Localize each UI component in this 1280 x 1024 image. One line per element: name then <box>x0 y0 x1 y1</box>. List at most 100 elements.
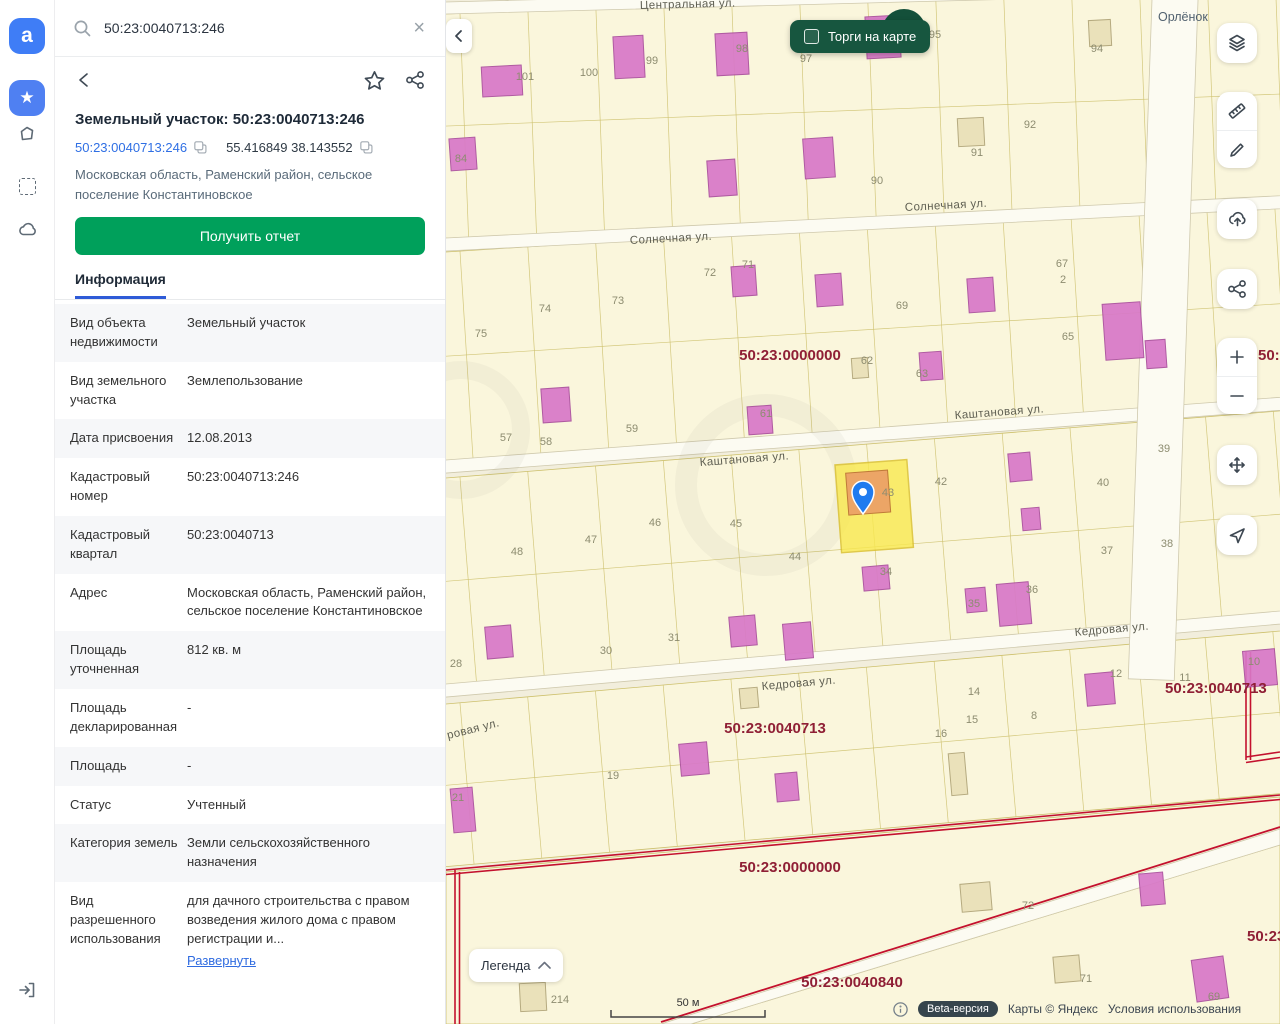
collapse-panel-button[interactable] <box>446 19 472 53</box>
info-icon[interactable] <box>893 1002 908 1017</box>
info-row-label: Адрес <box>55 584 187 622</box>
svg-text:14: 14 <box>968 686 980 698</box>
expand-link[interactable]: Развернуть <box>187 952 256 971</box>
tabs-bar: Информация <box>55 271 445 300</box>
legend-button[interactable]: Легенда <box>469 949 563 982</box>
info-row-value: Учтенный <box>187 796 445 815</box>
svg-text:16: 16 <box>935 728 947 740</box>
svg-text:97: 97 <box>800 53 812 65</box>
app-logo[interactable]: a <box>9 18 45 54</box>
copy-icon[interactable] <box>359 140 374 155</box>
get-report-button[interactable]: Получить отчет <box>75 217 425 255</box>
svg-text:99: 99 <box>646 55 658 67</box>
info-row-value: 12.08.2013 <box>187 429 445 448</box>
upload-button[interactable] <box>1217 199 1257 239</box>
svg-text:71: 71 <box>742 259 754 271</box>
svg-text:39: 39 <box>1158 443 1170 455</box>
locate-button[interactable] <box>1217 515 1257 555</box>
svg-text:67: 67 <box>1056 258 1068 270</box>
info-row-value: 812 кв. м <box>187 641 445 679</box>
coordinates-chip[interactable]: 55.416849 38.143552 <box>226 140 374 155</box>
svg-text:8: 8 <box>1031 710 1037 722</box>
share-button[interactable] <box>405 70 425 90</box>
svg-text:59: 59 <box>626 423 638 435</box>
search-input[interactable]: 50:23:0040713:246 <box>104 20 399 36</box>
svg-text:45: 45 <box>730 518 742 530</box>
favorite-button[interactable] <box>364 70 385 91</box>
info-row-value: - <box>187 757 445 776</box>
yandex-copyright-link[interactable]: Карты © Яндекс <box>1008 1002 1098 1016</box>
star-icon: ★ <box>19 88 34 108</box>
svg-text:40: 40 <box>1097 477 1109 489</box>
info-row-label: Площадь <box>55 757 187 776</box>
svg-text:100: 100 <box>580 67 598 79</box>
back-button[interactable] <box>75 70 95 90</box>
info-row: Категория земельЗемли сельскохозяйственн… <box>55 824 445 882</box>
rail-rect-select-button[interactable] <box>9 168 45 204</box>
svg-text:90: 90 <box>871 175 883 187</box>
map-attribution: Beta-версия Карты © Яндекс Условия испол… <box>893 1001 1241 1017</box>
map-canvas[interactable]: 1011009998979594929190847271747375696726… <box>446 0 1280 1024</box>
tab-information[interactable]: Информация <box>75 271 166 299</box>
chevron-left-icon <box>452 29 466 43</box>
draw-button[interactable] <box>1217 130 1257 168</box>
search-bar[interactable]: 50:23:0040713:246 × <box>55 0 445 57</box>
svg-text:30: 30 <box>600 645 612 657</box>
map-area[interactable]: 1011009998979594929190847271747375696726… <box>446 0 1280 1024</box>
rail-exit-button[interactable] <box>9 972 45 1008</box>
svg-text:92: 92 <box>1024 119 1036 131</box>
map-toolbar <box>1217 23 1257 555</box>
rail-cloud-button[interactable] <box>9 212 45 248</box>
layers-icon <box>1227 33 1247 53</box>
svg-text:95: 95 <box>929 29 941 41</box>
search-icon <box>73 19 92 38</box>
svg-text:58: 58 <box>540 436 552 448</box>
beta-badge: Beta-версия <box>918 1001 998 1017</box>
copy-icon[interactable] <box>193 140 208 155</box>
cadastral-map-svg: 1011009998979594929190847271747375696726… <box>446 0 1280 1024</box>
pan-button[interactable] <box>1217 445 1257 485</box>
cadastral-number-chip[interactable]: 50:23:0040713:246 <box>75 140 208 155</box>
torgi-checkbox[interactable] <box>804 29 819 44</box>
info-row-label: Площадь уточненная <box>55 641 187 679</box>
info-row: Вид земельного участкаЗемлепользование <box>55 362 445 420</box>
info-row: Площадь уточненная812 кв. м <box>55 631 445 689</box>
exit-icon <box>17 980 37 1000</box>
scale-label: 50 м <box>610 997 766 1009</box>
info-row: Вид объекта недвижимостиЗемельный участо… <box>55 304 445 362</box>
measure-button[interactable] <box>1217 92 1257 130</box>
info-row: СтатусУчтенный <box>55 786 445 825</box>
svg-text:50:23:0040713: 50:23:0040713 <box>1165 680 1267 697</box>
rail-area-select-button[interactable] <box>9 116 45 152</box>
info-row-value: - <box>187 699 445 737</box>
zoom-in-button[interactable] <box>1217 338 1257 376</box>
svg-text:50:23:0000000: 50:23:0000000 <box>1258 347 1280 364</box>
dashed-square-icon <box>19 178 36 195</box>
edit-tools-group <box>1217 92 1257 168</box>
info-row-label: Вид объекта недвижимости <box>55 314 187 352</box>
chevron-up-icon <box>538 961 551 970</box>
layers-button[interactable] <box>1217 23 1257 63</box>
scale-bar: 50 м <box>610 997 766 1018</box>
info-row-label: Кадастровый номер <box>55 468 187 506</box>
clear-search-button[interactable]: × <box>411 17 427 40</box>
zoom-out-button[interactable] <box>1217 376 1257 414</box>
info-row-label: Вид земельного участка <box>55 372 187 410</box>
page-title: Земельный участок: 50:23:0040713:246 <box>75 111 425 128</box>
share-icon <box>1227 279 1247 299</box>
map-share-button[interactable] <box>1217 269 1257 309</box>
panel-toolbar <box>55 57 445 103</box>
terms-link[interactable]: Условия использования <box>1108 1002 1241 1016</box>
zoom-group <box>1217 338 1257 414</box>
torgi-toggle[interactable]: Торги на карте <box>790 20 930 53</box>
info-row-label: Категория земель <box>55 834 187 872</box>
svg-text:73: 73 <box>612 295 624 307</box>
svg-text:50:23:0000000: 50:23:0000000 <box>739 859 841 876</box>
minus-icon <box>1227 386 1247 406</box>
svg-text:50:23:0040713: 50:23:0040713 <box>1247 928 1280 945</box>
info-row-label: Вид разрешенного использования <box>55 892 187 970</box>
locate-arrow-icon <box>1227 525 1247 545</box>
svg-text:57: 57 <box>500 432 512 444</box>
rail-favorites-button[interactable]: ★ <box>9 80 45 116</box>
svg-text:50:23:0000000: 50:23:0000000 <box>739 347 841 364</box>
